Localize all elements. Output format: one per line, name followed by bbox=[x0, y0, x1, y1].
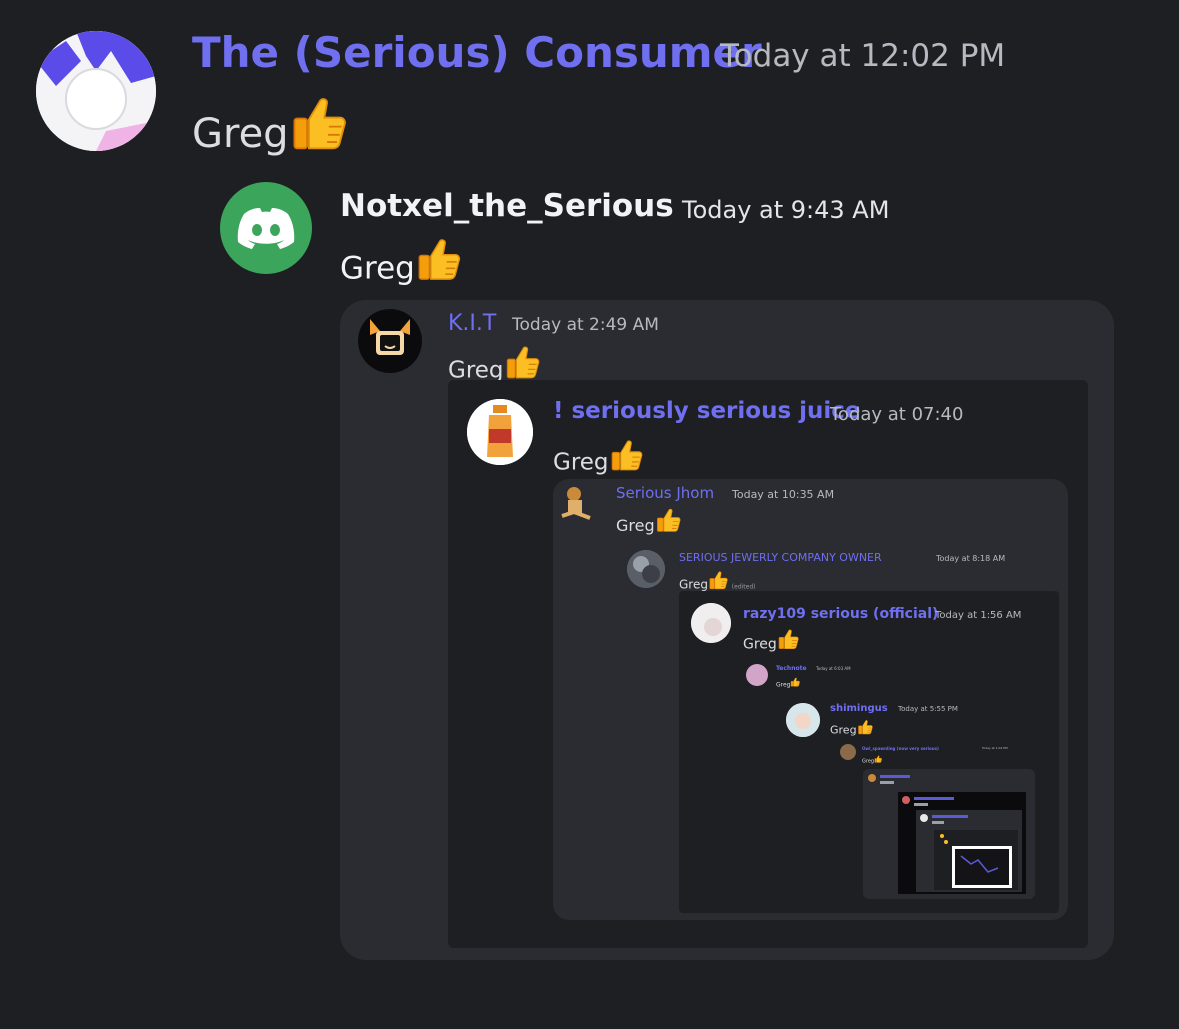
timestamp: Today at 9:43 AM bbox=[682, 196, 890, 224]
message-body: Greg bbox=[830, 723, 857, 737]
author-name[interactable]: razy109 serious (official) bbox=[743, 606, 938, 622]
avatar[interactable] bbox=[556, 484, 598, 526]
avatar[interactable] bbox=[627, 550, 665, 588]
message-body: Greg bbox=[862, 758, 875, 765]
avatar[interactable] bbox=[786, 703, 820, 737]
message-body: Greg bbox=[679, 577, 708, 592]
message-text: Greg bbox=[448, 344, 540, 383]
message-text: Greg bbox=[830, 719, 873, 737]
author-name[interactable]: ! seriously serious juice bbox=[553, 398, 861, 424]
author-name[interactable]: Owl_spawnling (now very serious) bbox=[862, 746, 939, 751]
author-name[interactable]: K.I.T bbox=[448, 311, 496, 336]
message-body: Greg bbox=[616, 516, 655, 536]
message-text: Greg bbox=[553, 438, 643, 475]
avatar[interactable] bbox=[691, 603, 731, 643]
thumbs-up-emoji bbox=[777, 628, 799, 650]
thumbs-up-emoji bbox=[504, 344, 540, 380]
thumbs-up-emoji bbox=[857, 719, 873, 735]
thumbs-up-emoji bbox=[790, 677, 800, 687]
message-text: Greg bbox=[616, 507, 681, 535]
message-body: Greg bbox=[340, 250, 415, 287]
timestamp: Today at 6:03 AM bbox=[816, 666, 851, 671]
avatar[interactable] bbox=[358, 309, 422, 373]
message-text: Greg bbox=[192, 94, 347, 157]
author-name[interactable]: shimingus bbox=[830, 703, 888, 714]
thumbs-up-emoji bbox=[609, 438, 643, 472]
avatar[interactable] bbox=[36, 31, 156, 151]
author-name[interactable]: Serious Jhom bbox=[616, 484, 714, 502]
thumbs-up-emoji bbox=[415, 236, 461, 282]
timestamp: Today at 12:02 PM bbox=[720, 38, 1006, 74]
message-body: Greg bbox=[553, 449, 609, 476]
edited-tag: (edited) bbox=[731, 583, 756, 591]
timestamp: Today at 1:56 AM bbox=[935, 610, 1022, 621]
timestamp: Today at 1:04 PM bbox=[982, 746, 1008, 750]
author-name[interactable]: Notxel_the_Serious bbox=[340, 188, 674, 224]
author-name[interactable]: Technote bbox=[776, 665, 807, 672]
timestamp: Today at 07:40 bbox=[830, 404, 964, 425]
avatar[interactable] bbox=[840, 744, 856, 760]
thumbs-up-emoji bbox=[708, 570, 728, 590]
timestamp: Today at 2:49 AM bbox=[512, 315, 659, 335]
message-text: Greg bbox=[743, 628, 799, 652]
author-name[interactable]: SERIOUS JEWERLY COMPANY OWNER bbox=[679, 551, 882, 564]
timestamp: Today at 10:35 AM bbox=[732, 488, 835, 501]
timestamp: Today at 8:18 AM bbox=[936, 554, 1006, 563]
nested-screenshot-thumbnail bbox=[866, 772, 1032, 896]
message-body: Greg bbox=[743, 636, 777, 653]
thumbs-up-emoji bbox=[289, 94, 347, 152]
author-name[interactable]: The (Serious) Consumer bbox=[192, 28, 762, 77]
discord-logo-icon[interactable] bbox=[220, 182, 312, 274]
thumbs-up-emoji bbox=[655, 507, 681, 533]
message-text: Greg bbox=[862, 755, 882, 764]
message-text: Greg bbox=[776, 677, 800, 688]
thumbs-up-emoji bbox=[874, 755, 882, 763]
message-body: Greg bbox=[192, 111, 289, 158]
avatar[interactable] bbox=[467, 399, 533, 465]
avatar[interactable] bbox=[746, 664, 768, 686]
message-body: Greg bbox=[776, 681, 791, 689]
timestamp: Today at 5:55 PM bbox=[898, 705, 958, 713]
message-text: Greg bbox=[340, 236, 461, 286]
message-text: Greg (edited) bbox=[679, 570, 756, 592]
